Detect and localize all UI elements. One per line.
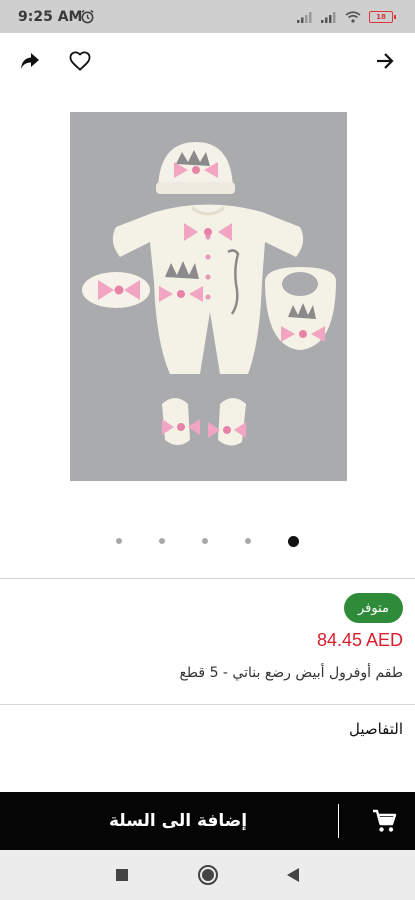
product-price: 84.45 AED: [316, 630, 403, 650]
signal-icon: [297, 8, 313, 27]
forward-arrow-icon[interactable]: [371, 47, 399, 75]
cart-icon: [371, 808, 397, 834]
app-top-bar: [0, 33, 415, 89]
divider: [0, 578, 415, 579]
pager-dot[interactable]: [245, 538, 251, 544]
availability-badge: متوفر: [344, 593, 403, 623]
back-icon[interactable]: [281, 863, 305, 887]
product-name: طقم أوفرول أبيض رضع بناتي - 5 قطع: [179, 665, 403, 681]
status-time: 9:25 AM: [18, 9, 83, 25]
cart-divider: [338, 804, 339, 838]
signal-icon: [321, 8, 337, 27]
system-navigation-bar: [0, 850, 415, 900]
product-page: 9:25 AM 18 متوفر 84.45 AED طقم أوفرول أب…: [0, 0, 415, 900]
details-heading[interactable]: التفاصيل: [349, 720, 403, 738]
pager-dot[interactable]: [159, 538, 165, 544]
add-to-cart-label: إضافة الى السلة: [108, 811, 248, 831]
divider: [0, 704, 415, 705]
image-pager: [0, 531, 415, 551]
wifi-icon: [345, 8, 361, 27]
home-icon[interactable]: [196, 863, 220, 887]
status-bar: 9:25 AM 18: [0, 0, 415, 33]
headband-shape: [82, 272, 150, 308]
product-image[interactable]: [70, 112, 347, 481]
share-icon[interactable]: [16, 47, 44, 75]
heart-icon[interactable]: [66, 47, 94, 75]
battery-icon: 18: [369, 11, 396, 23]
pager-dot[interactable]: [202, 538, 208, 544]
add-to-cart-button[interactable]: إضافة الى السلة: [0, 792, 415, 850]
pager-dot-active[interactable]: [288, 535, 299, 547]
alarm-icon: [80, 9, 95, 28]
recent-apps-icon[interactable]: [110, 863, 134, 887]
status-icons: 18: [297, 8, 396, 27]
pager-dot[interactable]: [116, 538, 122, 544]
